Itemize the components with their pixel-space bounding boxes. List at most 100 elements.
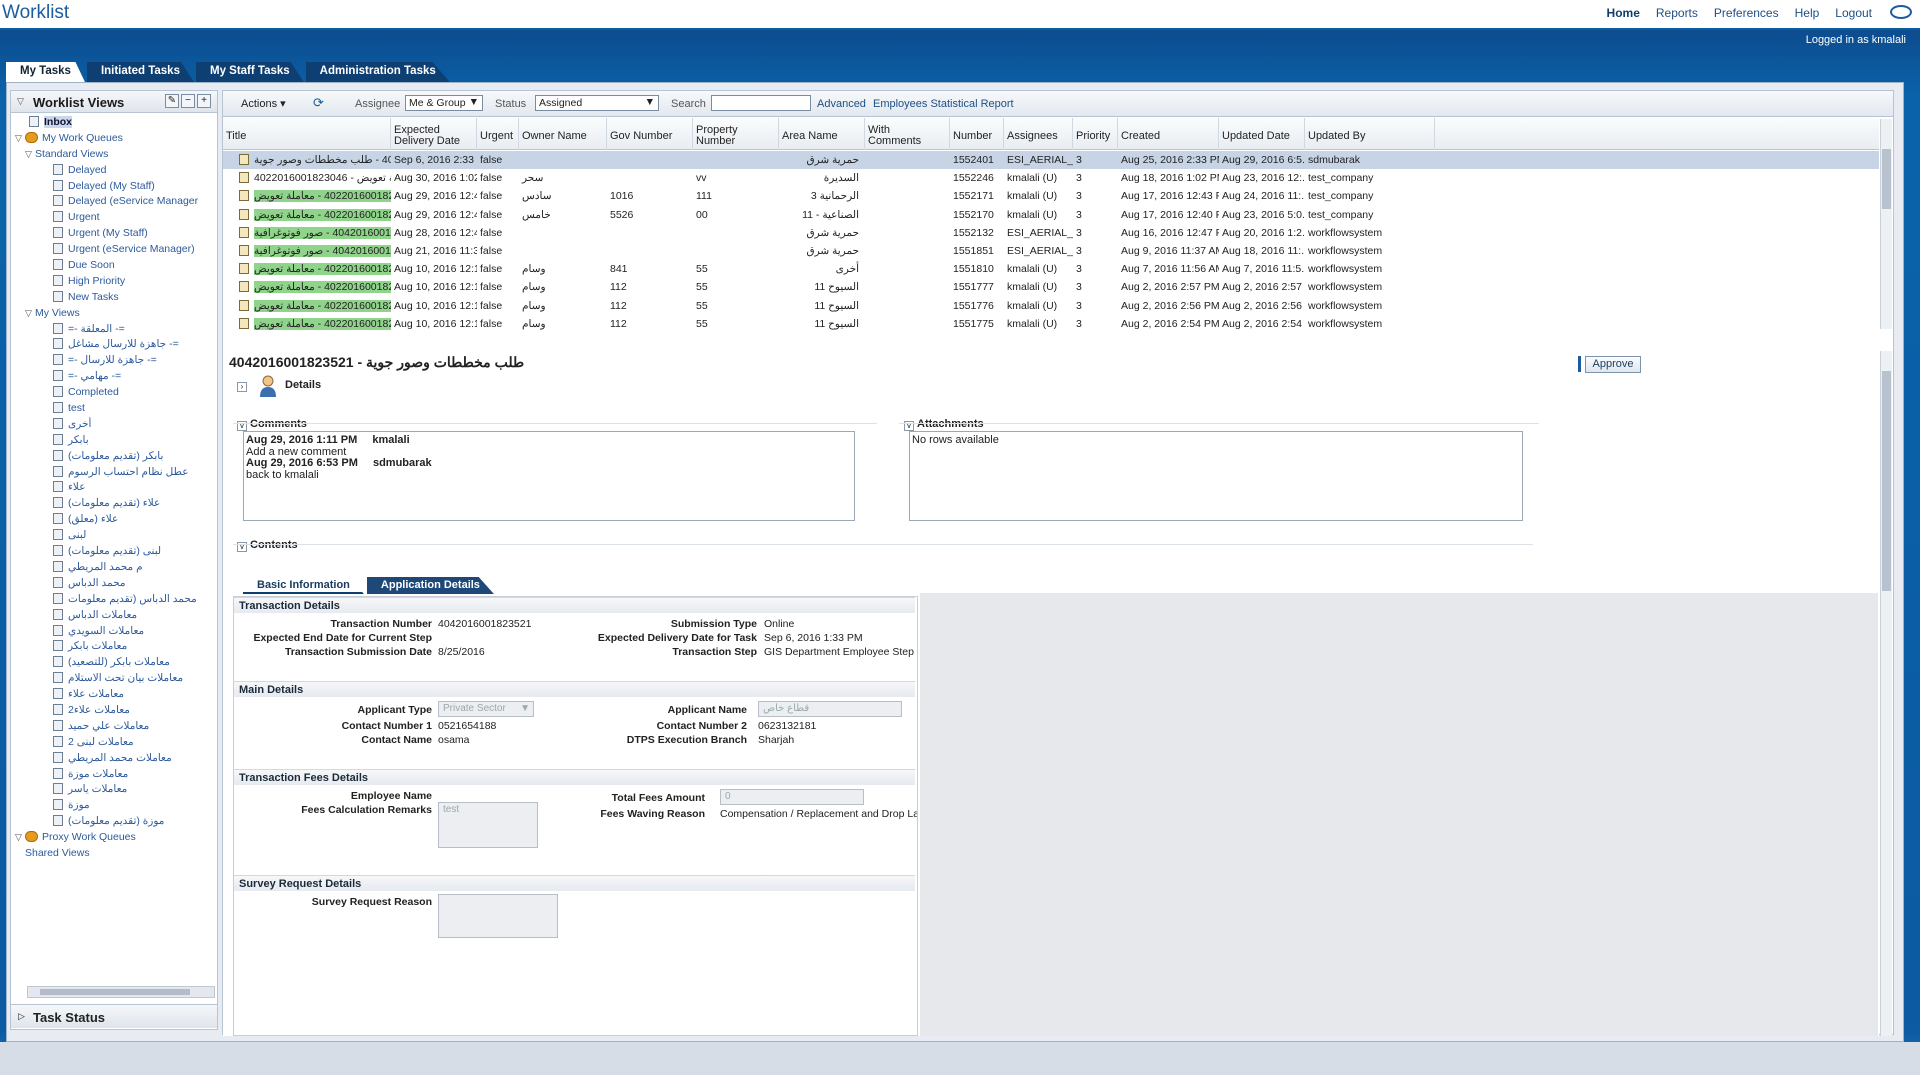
view-item[interactable]: (موزة (تقديم معلومات — [11, 814, 217, 830]
table-row[interactable]: أخرى - 4042016001821729 - صور فوتوغرافية… — [223, 242, 1879, 260]
view-item[interactable]: جاهزة للارسال مشاغل -= — [11, 337, 217, 353]
column-header[interactable]: Priority — [1073, 118, 1118, 150]
employees-report-link[interactable]: Employees Statistical Report — [873, 98, 1014, 110]
tab-application-details[interactable]: Application Details — [366, 577, 494, 594]
view-item[interactable]: (معاملات بابكر (للتصعيد — [11, 655, 217, 671]
task-title[interactable]: أخرى - 4022016001822841 - معاملة تعويض — [254, 190, 391, 203]
view-item[interactable]: =- مهامي -= — [11, 369, 217, 385]
task-status-panel[interactable]: Task Status ▷ — [11, 1004, 217, 1028]
view-item[interactable]: أخرى — [11, 417, 217, 433]
view-item[interactable]: معاملات لبنى 2 — [11, 735, 217, 751]
total-fees-field[interactable]: 0 — [720, 789, 864, 805]
column-header[interactable]: Owner Name — [519, 118, 607, 150]
task-title[interactable]: 4022016001823046 - معاملة تعويض — [254, 172, 391, 184]
view-item[interactable]: معاملات علي حميد — [11, 719, 217, 735]
column-header[interactable]: Updated Date — [1219, 118, 1305, 150]
edit-view-icon[interactable]: ✎ — [165, 94, 179, 108]
view-item[interactable]: لبنى — [11, 528, 217, 544]
help-link[interactable]: Help — [1795, 6, 1820, 20]
view-item[interactable]: محمد الدباس (تقديم معلومات — [11, 592, 217, 608]
view-item[interactable]: (لبنى (تقديم معلومات — [11, 544, 217, 560]
task-title[interactable]: أخرى - 4022016001820471 - معاملة تعويض — [254, 317, 391, 330]
view-item[interactable]: معاملات بابكر — [11, 639, 217, 655]
view-item[interactable]: Due Soon — [11, 258, 217, 274]
view-item[interactable]: ▽ Standard Views — [11, 147, 217, 163]
table-row[interactable]: أخرى - 4022016001822831 - معاملة تعويضAu… — [223, 206, 1879, 224]
column-header[interactable]: Assignees — [1004, 118, 1073, 150]
views-horizontal-scrollbar[interactable] — [27, 986, 215, 998]
approve-button[interactable]: Approve — [1585, 356, 1641, 373]
column-header[interactable]: Gov Number — [607, 118, 693, 150]
detail-scrollbar[interactable] — [1880, 351, 1892, 1036]
view-item[interactable]: معاملات محمد المريطي — [11, 751, 217, 767]
tab-basic-information[interactable]: Basic Information — [243, 577, 364, 594]
task-title[interactable]: أخرى - 4042016001821729 - صور فوتوغرافية — [254, 245, 391, 257]
view-item[interactable]: =- جاهزة للارسال -= — [11, 353, 217, 369]
fees-remarks-textarea[interactable]: test — [438, 802, 538, 848]
search-input[interactable] — [711, 95, 811, 111]
view-item[interactable]: بابكر — [11, 433, 217, 449]
task-table-scrollbar[interactable] — [1880, 119, 1892, 329]
view-item[interactable]: Delayed (eService Manager — [11, 194, 217, 210]
view-item[interactable]: =- المعلقة -= — [11, 322, 217, 338]
view-item[interactable]: Urgent (My Staff) — [11, 226, 217, 242]
table-row[interactable]: أخرى - 4022016001820471 - معاملة تعويضAu… — [223, 278, 1879, 296]
view-item[interactable]: Delayed (My Staff) — [11, 179, 217, 195]
view-item[interactable]: معاملات ياسر — [11, 782, 217, 798]
tab-initiated-tasks[interactable]: Initiated Tasks — [86, 62, 194, 82]
tab-my-tasks[interactable]: My Tasks — [6, 62, 85, 82]
view-item[interactable]: ▽ My Work Queues — [11, 131, 217, 147]
table-row[interactable]: أخرى - 4022016001820471 - معاملة تعويضAu… — [223, 297, 1879, 315]
table-row[interactable]: 4022016001823046 - معاملة تعويضAug 30, 2… — [223, 169, 1879, 187]
expand-task-status-icon[interactable]: ▷ — [18, 1011, 25, 1022]
logout-link[interactable]: Logout — [1835, 6, 1872, 20]
view-item[interactable]: Urgent — [11, 210, 217, 226]
column-header[interactable]: Expected Delivery Date — [391, 118, 477, 150]
view-item[interactable]: معاملات بيان تحت الاستلام — [11, 671, 217, 687]
view-item[interactable]: علاء — [11, 480, 217, 496]
survey-reason-textarea[interactable] — [438, 894, 558, 938]
view-item[interactable]: test — [11, 401, 217, 417]
refresh-icon[interactable]: ⟳ — [313, 96, 329, 110]
remove-view-icon[interactable]: − — [181, 94, 195, 108]
view-item[interactable]: معاملات علاء2 — [11, 703, 217, 719]
status-select[interactable]: Assigned ▼ — [535, 95, 659, 111]
task-title[interactable]: أخرى - 4022016001820471 - معاملة تعويض — [254, 281, 391, 294]
task-title[interactable]: أخرى - 4042016001822681 - صور فوتوغرافية — [254, 226, 391, 239]
applicant-name-field[interactable]: قطاع خاص — [758, 701, 902, 717]
expand-toggle-icon[interactable]: ▽ — [25, 147, 35, 163]
view-item[interactable]: Urgent (eService Manager) — [11, 242, 217, 258]
view-item[interactable]: عطل نظام احتساب الرسوم — [11, 465, 217, 481]
reports-link[interactable]: Reports — [1656, 6, 1698, 20]
assignee-select[interactable]: Me & Group ▼ — [405, 95, 483, 111]
column-header[interactable]: Property Number — [693, 118, 779, 150]
column-header[interactable]: With Comments — [865, 118, 950, 150]
attachments-header[interactable]: v Attachments — [904, 418, 984, 431]
table-row[interactable]: أخرى - 4022016001820471 - معاملة تعويضAu… — [223, 260, 1879, 278]
tab-my-staff-tasks[interactable]: My Staff Tasks — [195, 62, 304, 82]
view-item[interactable]: (علاء (معلق — [11, 512, 217, 528]
actions-menu[interactable]: Actions ▾ — [237, 96, 290, 112]
expand-toggle-icon[interactable]: ▽ — [25, 306, 35, 322]
view-item[interactable]: محمد الدباس — [11, 576, 217, 592]
contents-header[interactable]: v Contents — [237, 539, 298, 552]
tab-administration-tasks[interactable]: Administration Tasks — [305, 62, 450, 82]
column-header[interactable]: Created — [1118, 118, 1219, 150]
view-item[interactable]: م محمد المريطي — [11, 560, 217, 576]
view-item[interactable]: ▽ My Views — [11, 306, 217, 322]
task-title[interactable]: أخرى - 4022016001820471 - معاملة تعويض — [254, 299, 391, 312]
table-row[interactable]: أخرى - 4022016001822841 - معاملة تعويضAu… — [223, 187, 1879, 205]
add-view-icon[interactable]: + — [197, 94, 211, 108]
view-item[interactable]: Delayed — [11, 163, 217, 179]
task-title[interactable]: أخرى - 4022016001820471 - معاملة تعويض — [254, 263, 391, 276]
view-item[interactable]: معاملات السويدي — [11, 624, 217, 640]
view-item[interactable]: (علاء (تقديم معلومات — [11, 496, 217, 512]
view-item[interactable]: Completed — [11, 385, 217, 401]
task-title[interactable]: أخرى - 4042016001823521 - طلب مخططات وصو… — [254, 154, 391, 166]
expand-toggle-icon[interactable]: ▽ — [15, 830, 25, 846]
expand-toggle-icon[interactable]: ▽ — [15, 131, 25, 147]
task-title[interactable]: أخرى - 4022016001822831 - معاملة تعويض — [254, 208, 391, 221]
expand-details-icon[interactable]: › — [237, 382, 247, 392]
preferences-link[interactable]: Preferences — [1714, 6, 1779, 20]
view-item[interactable]: New Tasks — [11, 290, 217, 306]
